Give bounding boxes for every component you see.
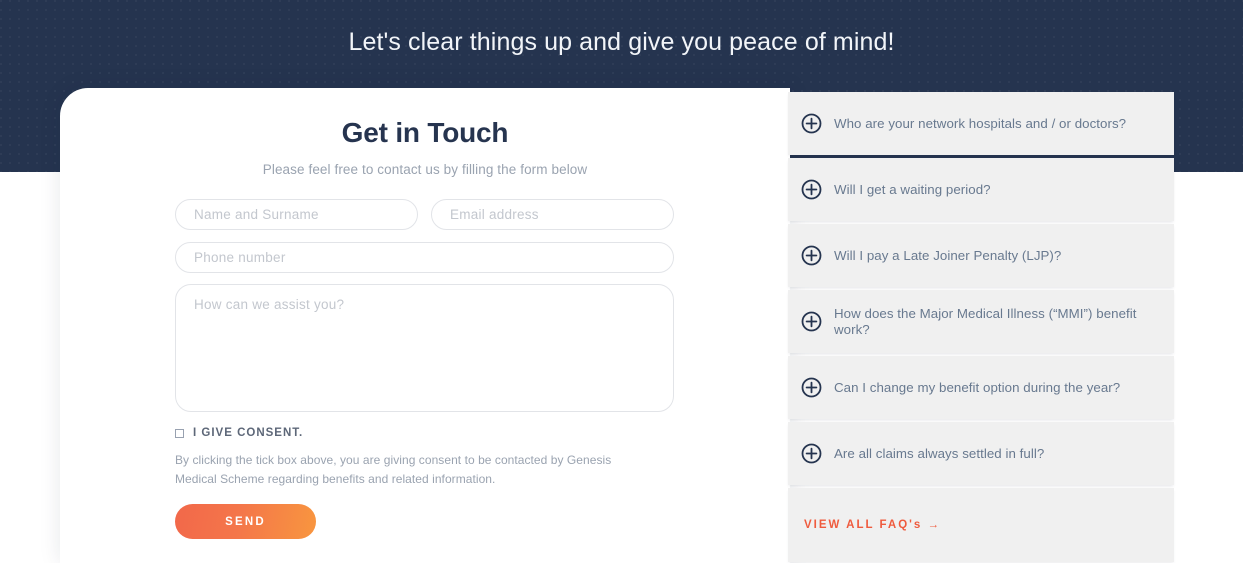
contact-form-card: Get in Touch Please feel free to contact…	[60, 88, 790, 563]
faq-item-4[interactable]: Can I change my benefit option during th…	[788, 356, 1174, 419]
faq-panel: Who are your network hospitals and / or …	[788, 92, 1174, 563]
consent-disclaimer: By clicking the tick box above, you are …	[175, 453, 612, 486]
consent-row[interactable]: I GIVE CONSENT.	[175, 427, 303, 439]
faq-footer: VIEW ALL FAQ's →	[788, 488, 1174, 562]
consent-label: I GIVE CONSENT.	[193, 427, 304, 439]
send-button[interactable]: SEND	[175, 504, 316, 539]
faq-item-0[interactable]: Who are your network hospitals and / or …	[788, 92, 1174, 155]
page-root: Let's clear things up and give you peace…	[0, 0, 1243, 563]
email-input[interactable]	[431, 199, 674, 230]
plus-circle-icon	[801, 443, 822, 464]
plus-circle-icon	[801, 311, 822, 332]
consent-checkbox[interactable]	[175, 428, 184, 438]
plus-circle-icon	[801, 245, 822, 266]
form-subtitle: Please feel free to contact us by fillin…	[262, 162, 588, 177]
faq-question: Will I get a waiting period?	[834, 181, 991, 197]
faq-question: Who are your network hospitals and / or …	[834, 115, 1127, 131]
plus-circle-icon	[801, 179, 822, 200]
message-textarea[interactable]	[175, 284, 674, 412]
faq-item-3[interactable]: How does the Major Medical Illness (“MMI…	[788, 290, 1174, 353]
faq-item-1[interactable]: Will I get a waiting period?	[788, 158, 1174, 221]
faq-question: Are all claims always settled in full?	[834, 445, 1045, 461]
name-input[interactable]	[175, 199, 418, 230]
phone-input[interactable]	[175, 242, 674, 273]
faq-question: How does the Major Medical Illness (“MMI…	[834, 306, 1137, 337]
view-all-faqs-link[interactable]: VIEW ALL FAQ's →	[804, 519, 941, 531]
faq-question: Will I pay a Late Joiner Penalty (LJP)?	[834, 247, 1062, 263]
faq-question: Can I change my benefit option during th…	[834, 379, 1121, 395]
plus-circle-icon	[801, 377, 822, 398]
page-title: Get in Touch	[341, 117, 509, 148]
plus-circle-icon	[801, 113, 822, 134]
faq-item-5[interactable]: Are all claims always settled in full?	[788, 422, 1174, 485]
hero-title: Let's clear things up and give you peace…	[348, 28, 895, 56]
faq-item-2[interactable]: Will I pay a Late Joiner Penalty (LJP)?	[788, 224, 1174, 287]
